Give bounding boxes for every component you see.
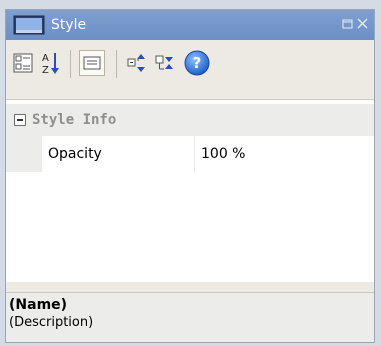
close-icon[interactable]: [357, 18, 368, 32]
alphabetical-sort-icon: A Z: [42, 53, 59, 75]
property-pages-button[interactable]: [79, 50, 105, 76]
categorized-view-button[interactable]: [10, 50, 36, 76]
property-pages-icon: [83, 56, 101, 70]
help-button[interactable]: ?: [182, 48, 212, 78]
description-pane: (Name) (Description): [6, 292, 374, 342]
property-toolbar: A Z ?: [6, 40, 374, 100]
alphabetical-sort-button[interactable]: A Z: [38, 50, 64, 76]
style-panel-icon: [11, 14, 47, 36]
property-grid: Style Info Opacity 100 %: [6, 101, 374, 282]
description-text: (Description): [9, 315, 94, 330]
description-title: (Name): [9, 297, 68, 313]
svg-text:Z: Z: [42, 65, 49, 75]
panel-title: Style: [51, 17, 87, 33]
splitter[interactable]: [6, 282, 374, 292]
property-row[interactable]: Opacity 100 %: [6, 136, 374, 172]
svg-text:A: A: [42, 53, 49, 64]
category-row[interactable]: Style Info: [6, 104, 374, 136]
collapse-all-button[interactable]: [152, 50, 178, 76]
collapse-all-icon: [155, 55, 173, 70]
category-label: Style Info: [32, 112, 117, 128]
categorized-view-icon: [13, 53, 33, 73]
property-value[interactable]: 100 %: [195, 136, 374, 172]
panel-titlebar[interactable]: Style: [6, 10, 374, 40]
expand-all-icon: [127, 54, 145, 72]
expand-all-button[interactable]: [124, 50, 150, 76]
restore-icon[interactable]: [342, 18, 353, 32]
help-glyph: ?: [193, 54, 202, 72]
help-icon: ?: [184, 50, 210, 76]
property-name: Opacity: [42, 136, 195, 172]
collapse-toggle-icon[interactable]: [14, 114, 26, 126]
style-panel: Style A Z ? Style Info Opacity 100 % (Na…: [5, 9, 375, 343]
